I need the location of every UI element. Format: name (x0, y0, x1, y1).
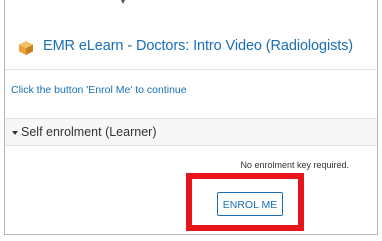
course-header: EMR eLearn - Doctors: Intro Video (Radio… (5, 27, 377, 70)
enrol-me-button[interactable]: ENROL ME (217, 192, 283, 216)
course-cube-icon (19, 41, 33, 55)
course-title-link[interactable]: EMR eLearn - Doctors: Intro Video (Radio… (43, 38, 353, 54)
enrolment-panel: EMR eLearn - Doctors: Intro Video (Radio… (4, 0, 378, 235)
self-enrolment-section-header[interactable]: Self enrolment (Learner) (5, 118, 377, 146)
no-key-note: No enrolment key required. (240, 160, 349, 170)
enrol-instruction: Click the button 'Enrol Me' to continue (11, 84, 187, 96)
caret-down-icon (12, 131, 18, 135)
scroll-up-arrow-icon (121, 0, 125, 4)
self-enrolment-title: Self enrolment (Learner) (21, 125, 157, 139)
